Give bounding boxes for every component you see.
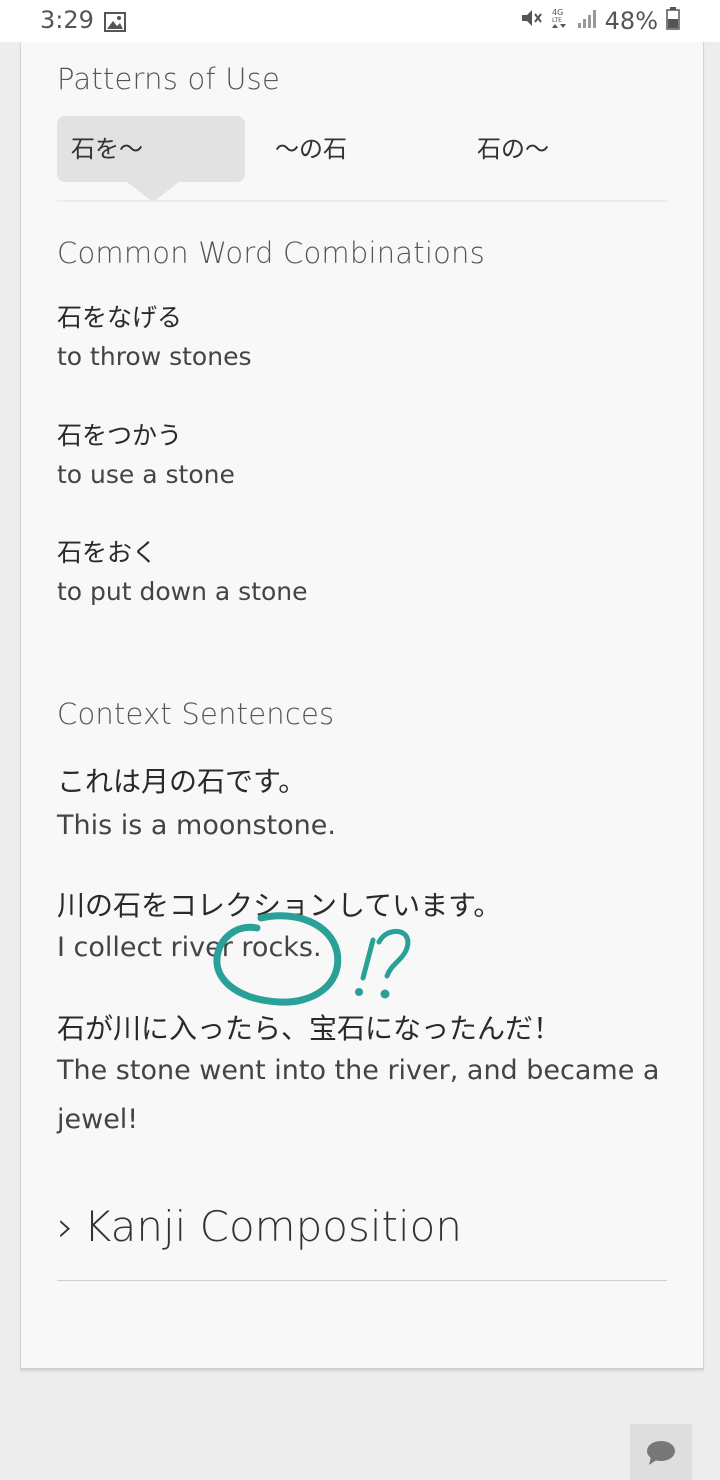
context-sentence-jp: これは月の石です。: [57, 765, 307, 798]
context-sentence-en-cont: jewel!: [57, 1104, 139, 1135]
status-time: 3:29: [40, 6, 94, 34]
battery-icon: [666, 6, 680, 36]
combinations-heading: Common Word Combinations: [57, 236, 485, 270]
combination-jp: 石をつかう: [57, 421, 183, 450]
mute-icon: [519, 7, 543, 35]
section-divider: [57, 1280, 667, 1281]
tab-pointer: [127, 182, 179, 202]
chevron-right-icon: ›: [57, 1202, 74, 1251]
context-sentence-en: The stone went into the river, and becam…: [57, 1055, 660, 1086]
svg-text:LTE: LTE: [552, 17, 562, 24]
kanji-composition-label: Kanji Composition: [83, 1202, 462, 1251]
kanji-composition-toggle[interactable]: › Kanji Composition: [57, 1202, 462, 1251]
svg-text:4G: 4G: [552, 8, 563, 17]
context-sentence-en: This is a moonstone.: [57, 810, 336, 841]
battery-percent: 48%: [604, 7, 658, 35]
context-heading: Context Sentences: [57, 697, 335, 731]
tab-pattern-2[interactable]: 〜の石: [275, 116, 347, 182]
image-icon: [104, 10, 126, 38]
handwritten-annotation: [213, 912, 411, 1006]
combination-jp: 石をなげる: [57, 303, 183, 332]
tab-label: 〜の石: [275, 135, 347, 163]
combination-en: to use a stone: [57, 460, 235, 489]
vocab-card: Patterns of Use 石を〜 〜の石 石の〜 Common Word …: [20, 42, 704, 1370]
tab-pattern-3[interactable]: 石の〜: [477, 116, 549, 182]
chat-bubble-icon: [646, 1440, 676, 1470]
patterns-heading: Patterns of Use: [57, 62, 281, 96]
4g-lte-icon: 4G LTE: [551, 6, 569, 36]
chat-button[interactable]: [630, 1424, 692, 1480]
signal-icon: [577, 7, 597, 35]
tab-label: 石の〜: [477, 135, 549, 163]
combination-jp: 石をおく: [57, 538, 158, 567]
tab-label: 石を〜: [71, 135, 143, 163]
combination-en: to put down a stone: [57, 577, 308, 606]
patterns-tabs: 石を〜 〜の石 石の〜: [57, 116, 667, 202]
tab-pattern-1[interactable]: 石を〜: [57, 116, 245, 182]
tabs-divider: [57, 200, 667, 202]
status-bar: 3:29 4G LTE 48%: [0, 0, 720, 42]
combination-en: to throw stones: [57, 342, 252, 371]
